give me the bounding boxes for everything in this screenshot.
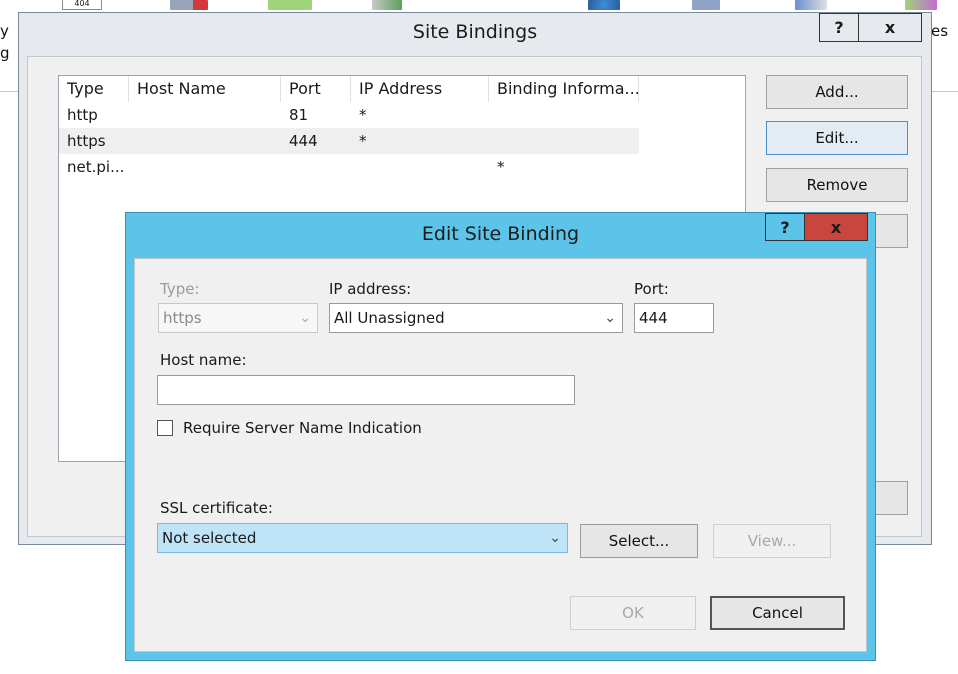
help-icon: ?	[834, 18, 844, 37]
cell-info: *	[497, 158, 505, 176]
host-name-field[interactable]	[157, 375, 575, 405]
remove-button[interactable]: Remove	[766, 168, 908, 202]
edit-site-binding-dialog: Edit Site Binding ? x Type: https ⌄ IP a…	[125, 212, 876, 661]
background-toolbar: 404	[0, 0, 958, 12]
site-bindings-title: Site Bindings	[412, 21, 538, 43]
port-label: Port:	[634, 280, 669, 298]
bg-fragment-2: g	[0, 44, 10, 62]
cell-port: 444	[289, 132, 318, 150]
sni-checkbox[interactable]	[157, 420, 173, 436]
ok-button[interactable]: OK	[570, 596, 696, 630]
bg-module-icon	[905, 0, 937, 10]
bg-404-label: 404	[74, 0, 90, 8]
cell-ip: *	[359, 106, 367, 124]
view-certificate-button[interactable]: View...	[713, 524, 831, 558]
bindings-list-header: Type Host Name Port IP Address Binding I…	[59, 76, 639, 102]
edit-binding-title: Edit Site Binding	[421, 223, 580, 245]
ssl-certificate-select[interactable]: Not selected ⌄	[157, 523, 568, 553]
cell-type: https	[67, 132, 106, 150]
ip-address-label: IP address:	[329, 280, 412, 298]
bg-globe-icon	[588, 0, 620, 10]
help-button[interactable]: ?	[819, 13, 859, 42]
bg-settings-icon	[372, 0, 402, 10]
chevron-down-icon: ⌄	[299, 310, 311, 326]
column-port[interactable]: Port	[281, 76, 351, 102]
port-field[interactable]: 444	[634, 303, 714, 333]
sni-label[interactable]: Require Server Name Indication	[183, 419, 422, 437]
bg-404-icon: 404	[62, 0, 102, 10]
type-value: https	[163, 309, 202, 327]
select-certificate-button[interactable]: Select...	[580, 524, 698, 558]
column-binding-information[interactable]: Binding Informa...	[489, 76, 639, 102]
chevron-down-icon: ⌄	[549, 530, 561, 546]
bg-divider-right	[930, 91, 958, 92]
type-select: https ⌄	[158, 303, 318, 333]
bg-fragment-3: es	[931, 22, 949, 40]
dialog-close-button[interactable]: x	[804, 213, 868, 241]
close-button[interactable]: x	[858, 13, 922, 42]
close-icon: x	[830, 217, 842, 237]
table-row[interactable]: http 81 *	[59, 102, 639, 128]
ssl-certificate-label: SSL certificate:	[160, 499, 273, 517]
cell-port: 81	[289, 106, 309, 124]
type-label: Type:	[160, 280, 200, 298]
help-icon: ?	[780, 217, 790, 237]
bg-redirect-icon	[268, 0, 312, 10]
edit-button[interactable]: Edit...	[766, 121, 908, 155]
bg-divider	[0, 91, 18, 92]
bg-server-icon	[692, 0, 720, 10]
ip-address-select[interactable]: All Unassigned ⌄	[329, 303, 623, 333]
ssl-certificate-value: Not selected	[162, 529, 257, 547]
table-row[interactable]: https 444 *	[59, 128, 639, 154]
close-icon: x	[884, 18, 896, 37]
ip-address-value: All Unassigned	[334, 309, 445, 327]
host-name-label: Host name:	[160, 351, 247, 369]
edit-binding-client: Type: https ⌄ IP address: All Unassigned…	[134, 258, 867, 652]
bg-fragment-1: y	[0, 22, 9, 40]
chevron-down-icon: ⌄	[604, 310, 616, 326]
dialog-help-button[interactable]: ?	[765, 213, 805, 241]
bg-tool-icon	[795, 0, 827, 10]
cell-ip: *	[359, 132, 367, 150]
cell-type: net.pi...	[67, 158, 125, 176]
cancel-button[interactable]: Cancel	[710, 596, 845, 630]
column-ip-address[interactable]: IP Address	[351, 76, 489, 102]
column-host-name[interactable]: Host Name	[129, 76, 281, 102]
add-button[interactable]: Add...	[766, 75, 908, 109]
cell-type: http	[67, 106, 98, 124]
column-type[interactable]: Type	[59, 76, 129, 102]
table-row[interactable]: net.pi... *	[59, 154, 639, 180]
screen: 404 y g es Site Bindings ? x Type Host N…	[0, 0, 958, 674]
bg-error-icon	[170, 0, 208, 10]
